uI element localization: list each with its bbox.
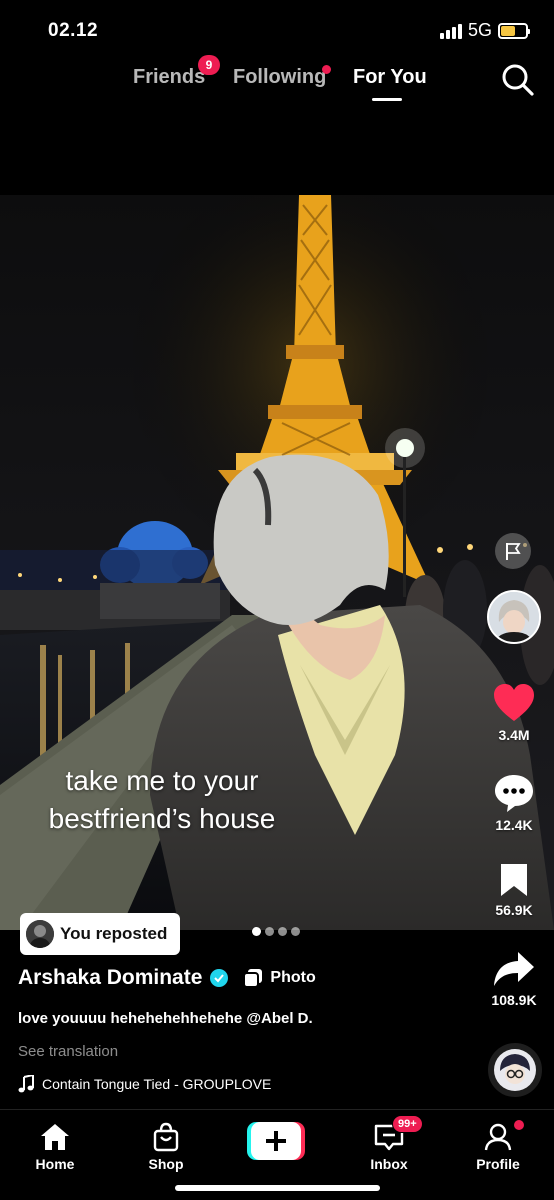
shopping-bag-icon <box>153 1122 179 1152</box>
verified-icon <box>210 969 229 987</box>
like-button[interactable]: 3.4M <box>482 683 546 743</box>
search-icon[interactable] <box>500 62 536 98</box>
author-row: Arshaka Dominate Photo <box>18 966 316 990</box>
music-note-icon <box>18 1075 34 1093</box>
status-time: 02.12 <box>48 20 99 41</box>
author-name[interactable]: Arshaka Dominate <box>18 966 202 990</box>
nav-inbox[interactable]: 99+ Inbox <box>349 1115 429 1172</box>
top-nav: Friends 9 Following For You <box>0 55 554 108</box>
profile-notification-dot <box>514 1120 524 1130</box>
repost-label: You reposted <box>60 924 168 943</box>
carousel-dot <box>265 927 274 936</box>
comment-icon <box>495 775 533 812</box>
save-button[interactable]: 56.9K <box>482 862 546 918</box>
photo-tag: Photo <box>242 967 316 989</box>
carousel-indicator <box>252 927 300 936</box>
comment-count: 12.4K <box>495 817 533 833</box>
photo-tag-label: Photo <box>270 969 316 986</box>
status-indicators: 5G <box>439 20 530 41</box>
nav-profile[interactable]: Profile <box>458 1120 538 1172</box>
photo-stack-icon <box>243 969 263 988</box>
create-button[interactable] <box>247 1122 305 1160</box>
creator-avatar[interactable] <box>487 590 541 644</box>
overlay-text-line-2: bestfriend’s house <box>48 803 276 834</box>
post-photo[interactable]: take me to your bestfriend’s house <box>0 195 554 930</box>
share-arrow-icon <box>494 952 534 986</box>
active-tab-indicator <box>372 98 402 101</box>
tab-following[interactable]: Following <box>233 66 326 89</box>
post-caption[interactable]: love youuuu hehehehehhehehe @Abel D. <box>18 1010 313 1027</box>
home-icon <box>41 1124 69 1150</box>
save-count: 56.9K <box>495 902 533 918</box>
friends-badge: 9 <box>198 55 220 75</box>
music-disc[interactable] <box>488 1043 542 1097</box>
comment-button[interactable]: 12.4K <box>482 773 546 833</box>
see-translation-link[interactable]: See translation <box>18 1043 118 1060</box>
carousel-dot <box>291 927 300 936</box>
nav-home-label: Home <box>35 1156 75 1172</box>
carousel-dot <box>278 927 287 936</box>
tab-friends[interactable]: Friends <box>133 66 205 89</box>
share-button[interactable]: 108.9K <box>482 950 546 1008</box>
signal-icon <box>439 23 462 39</box>
bottom-nav: Home Shop 99+ Inbox Profile <box>0 1112 554 1178</box>
plus-icon <box>247 1122 305 1160</box>
repost-badge[interactable]: You reposted <box>20 913 180 955</box>
music-row[interactable]: Contain Tongue Tied - GROUPLOVE <box>18 1075 271 1093</box>
overlay-text-line-1: take me to your <box>65 765 259 796</box>
network-label: 5G <box>467 20 492 40</box>
nav-shop-label: Shop <box>148 1156 184 1172</box>
overlay-text: take me to your bestfriend’s house <box>0 762 324 838</box>
nav-shop[interactable]: Shop <box>126 1122 206 1172</box>
inbox-badge: 99+ <box>392 1115 423 1133</box>
heart-icon <box>494 684 534 721</box>
following-dot <box>322 65 331 74</box>
report-flag-icon[interactable] <box>495 533 531 569</box>
battery-icon <box>498 22 530 39</box>
nav-inbox-label: Inbox <box>370 1156 408 1172</box>
tab-for-you[interactable]: For You <box>353 66 427 89</box>
share-count: 108.9K <box>491 992 537 1008</box>
status-bar: 02.12 5G <box>0 0 554 60</box>
nav-profile-label: Profile <box>476 1156 520 1172</box>
home-indicator <box>175 1185 380 1191</box>
nav-home[interactable]: Home <box>15 1122 95 1172</box>
carousel-dot <box>252 927 261 936</box>
bottom-divider <box>0 1109 554 1110</box>
music-title: Contain Tongue Tied - GROUPLOVE <box>42 1076 272 1092</box>
bookmark-icon <box>501 864 527 896</box>
like-count: 3.4M <box>498 727 530 743</box>
reposter-avatar <box>26 920 54 948</box>
profile-icon <box>484 1123 512 1151</box>
